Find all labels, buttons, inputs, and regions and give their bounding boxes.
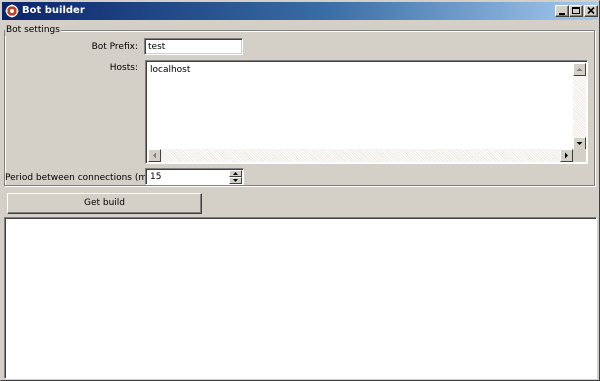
get-build-button[interactable]: Get build	[7, 193, 202, 214]
app-window: Bot builder Bot settings Bot Prefix: tes…	[0, 0, 600, 381]
minimize-button[interactable]	[555, 5, 569, 17]
arrow-up-icon	[576, 68, 583, 71]
hosts-vertical-scrollbar[interactable]	[573, 63, 586, 150]
scroll-up-button[interactable]	[573, 63, 586, 76]
arrow-left-icon	[153, 152, 156, 159]
hosts-value: localhost	[150, 65, 191, 75]
window-title: Bot builder	[22, 5, 85, 16]
spin-up-button[interactable]	[229, 170, 242, 177]
scroll-left-button[interactable]	[148, 149, 161, 162]
period-spinbox[interactable]: 15	[145, 168, 244, 185]
spin-up-icon	[233, 172, 238, 175]
spin-down-button[interactable]	[229, 177, 242, 184]
app-gear-icon	[5, 4, 19, 18]
close-button[interactable]	[584, 5, 598, 17]
hosts-label: Hosts:	[109, 63, 138, 73]
period-value: 15	[150, 172, 162, 182]
title-bar[interactable]: Bot builder	[2, 2, 598, 20]
hosts-textarea[interactable]: localhost	[145, 60, 588, 164]
bot-settings-title: Bot settings	[5, 24, 61, 36]
hosts-horizontal-scrollbar[interactable]	[148, 149, 573, 162]
bot-prefix-input[interactable]: test	[144, 38, 243, 55]
scroll-right-button[interactable]	[560, 149, 573, 162]
bot-prefix-label: Bot Prefix:	[91, 42, 138, 52]
minimize-icon	[559, 13, 565, 15]
maximize-icon	[572, 7, 580, 14]
arrow-right-icon	[565, 152, 568, 159]
scrollbar-corner	[573, 149, 586, 162]
period-label: Period between connections (min):	[5, 173, 162, 183]
maximize-button[interactable]	[569, 5, 583, 17]
arrow-down-icon	[576, 142, 583, 145]
spin-down-icon	[233, 179, 238, 182]
build-output-area[interactable]	[4, 217, 597, 379]
bot-prefix-value: test	[148, 42, 166, 52]
close-icon	[587, 6, 595, 15]
